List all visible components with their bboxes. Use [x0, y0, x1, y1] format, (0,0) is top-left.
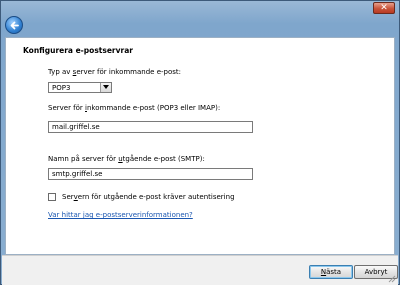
button-bar: Nästa Avbryt	[2, 255, 398, 285]
incoming-type-select[interactable]: POP3	[48, 82, 112, 93]
outgoing-server-input[interactable]: smtp.griffel.se	[48, 168, 253, 180]
incoming-server-input[interactable]: mail.griffel.se	[48, 121, 253, 133]
dialog-window: ✕ Konfigurera e-postservrar Typ av serve…	[0, 0, 400, 285]
outgoing-server-label: Namn på server för utgående e-post (SMTP…	[48, 155, 205, 163]
dropdown-button[interactable]	[100, 83, 111, 92]
help-link[interactable]: Var hittar jag e-postserverinformationen…	[48, 211, 193, 219]
auth-checkbox[interactable]	[48, 193, 56, 201]
next-button[interactable]: Nästa	[309, 265, 353, 279]
resize-grip-icon[interactable]	[388, 275, 396, 283]
back-arrow-icon	[10, 21, 19, 30]
title-bar: ✕	[1, 1, 399, 16]
back-button[interactable]	[5, 16, 23, 34]
incoming-server-label: Server för inkommande e-post (POP3 eller…	[48, 104, 221, 112]
page-title: Konfigurera e-postservrar	[23, 46, 133, 55]
navigation-bar	[2, 15, 398, 37]
chevron-down-icon	[103, 85, 109, 89]
incoming-type-label: Typ av server för inkommande e-post:	[48, 68, 182, 76]
incoming-type-value: POP3	[52, 84, 71, 92]
auth-checkbox-label[interactable]: Servern för utgående e-post kräver auten…	[62, 193, 235, 201]
close-button[interactable]: ✕	[373, 2, 395, 14]
content-panel: Konfigurera e-postservrar Typ av server …	[5, 37, 395, 255]
